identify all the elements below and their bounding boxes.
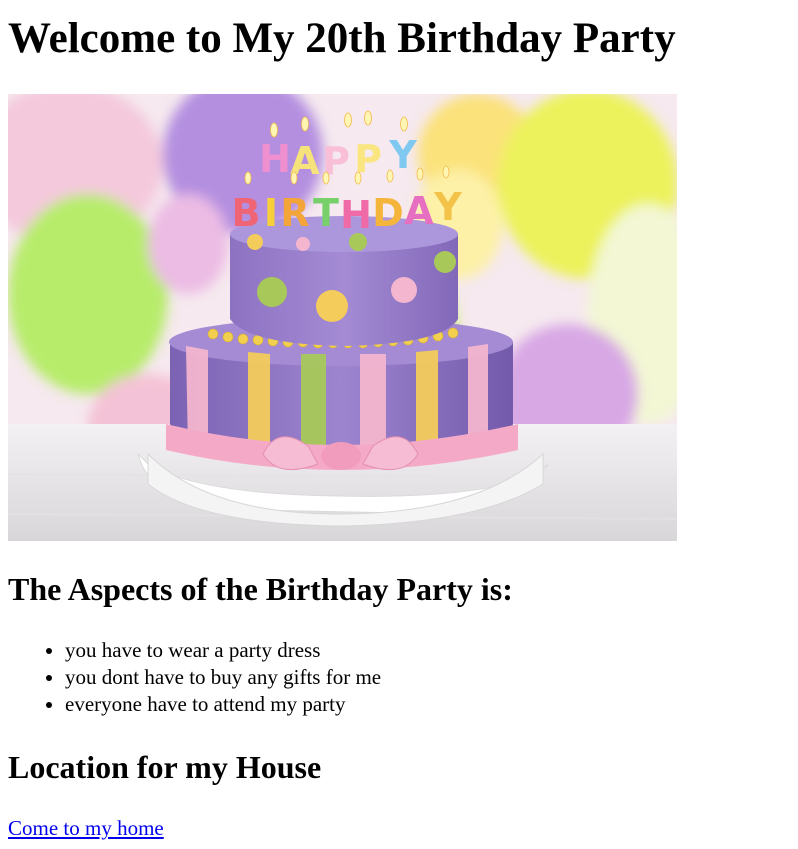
location-heading: Location for my House	[8, 749, 322, 785]
page-title: Welcome to My 20th Birthday Party	[8, 15, 676, 62]
svg-text:D: D	[372, 191, 404, 235]
svg-text:Y: Y	[433, 185, 462, 229]
svg-text:T: T	[313, 191, 339, 235]
birthday-cake-image: H A P P Y B I R T H D A Y	[8, 94, 677, 541]
come-to-my-home-link[interactable]: Come to my home	[8, 815, 164, 841]
aspects-heading: The Aspects of the Birthday Party is:	[8, 571, 513, 607]
list-item: you dont have to buy any gifts for me	[65, 664, 381, 691]
svg-text:B: B	[232, 191, 261, 235]
candle-letter-h: H	[259, 137, 291, 181]
svg-text:A: A	[404, 189, 434, 233]
svg-text:H: H	[340, 193, 372, 237]
svg-text:R: R	[280, 191, 309, 235]
svg-text:Y: Y	[388, 133, 417, 177]
list-item: everyone have to attend my party	[65, 691, 381, 718]
svg-text:I: I	[264, 191, 278, 235]
list-item: you have to wear a party dress	[65, 637, 381, 664]
aspects-list: you have to wear a party dress you dont …	[8, 637, 381, 718]
